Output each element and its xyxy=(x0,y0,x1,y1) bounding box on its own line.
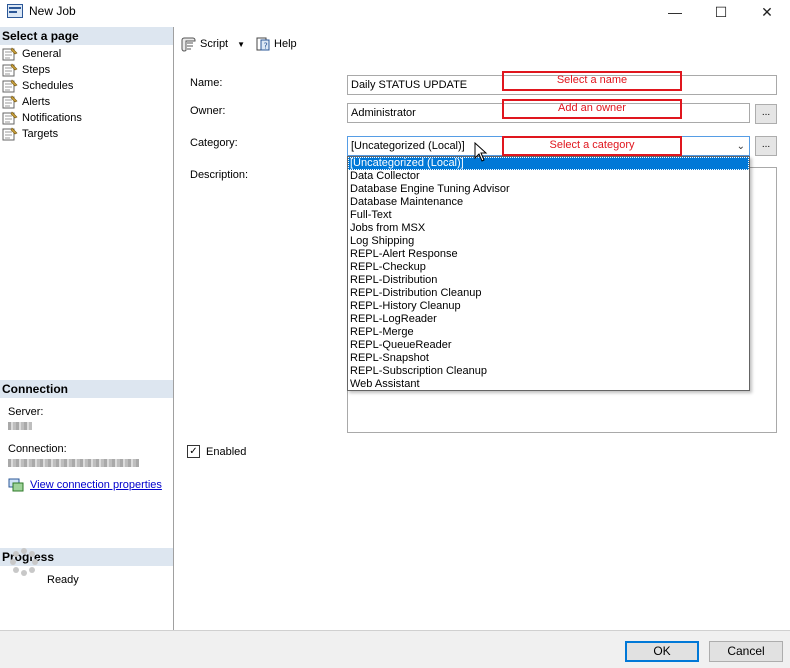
page-item-label: Steps xyxy=(22,64,51,76)
dropdown-option[interactable]: Log Shipping xyxy=(348,235,749,248)
category-selected-value: [Uncategorized (Local)] xyxy=(351,140,465,152)
window-title: New Job xyxy=(29,4,76,18)
chevron-down-icon[interactable]: ▼ xyxy=(237,40,245,49)
dropdown-option[interactable]: REPL-Distribution xyxy=(348,274,749,287)
connection-label: Connection: xyxy=(8,443,67,455)
script-icon xyxy=(181,37,196,52)
page-item-targets[interactable]: Targets xyxy=(2,126,82,142)
view-connection-properties-label: View connection properties xyxy=(30,479,162,491)
dropdown-option[interactable]: Data Collector xyxy=(348,170,749,183)
script-label: Script xyxy=(200,38,229,50)
dropdown-option[interactable]: [Uncategorized (Local)] xyxy=(348,157,749,170)
name-label: Name: xyxy=(190,77,223,89)
page-item-label: General xyxy=(22,48,62,60)
page-item-steps[interactable]: Steps xyxy=(2,62,82,78)
dropdown-option[interactable]: Database Engine Tuning Advisor xyxy=(348,183,749,196)
maximize-button[interactable]: ☐ xyxy=(698,0,744,24)
server-value-redacted xyxy=(8,422,32,430)
minimize-button[interactable]: — xyxy=(652,0,698,24)
page-item-schedules[interactable]: Schedules xyxy=(2,78,82,94)
view-connection-properties-link[interactable]: View connection properties xyxy=(8,478,162,492)
checkmark-icon: ✓ xyxy=(189,445,198,457)
wrench-page-icon xyxy=(2,127,18,141)
category-dropdown-list: [Uncategorized (Local)] Data Collector D… xyxy=(347,156,750,391)
annotation-select-category: Select a category xyxy=(502,136,682,156)
help-icon: ? xyxy=(256,37,270,51)
annotation-select-name: Select a name xyxy=(502,71,682,91)
wrench-page-icon xyxy=(2,47,18,61)
description-label: Description: xyxy=(190,169,249,181)
connection-properties-icon xyxy=(8,478,24,492)
dropdown-option[interactable]: Full-Text xyxy=(348,209,749,222)
progress-spinner-icon xyxy=(10,548,38,576)
close-button[interactable]: ✕ xyxy=(744,0,790,24)
dropdown-option[interactable]: REPL-Distribution Cleanup xyxy=(348,287,749,300)
mouse-cursor-icon xyxy=(474,142,488,162)
server-label: Server: xyxy=(8,406,44,418)
owner-browse-button[interactable]: ... xyxy=(755,104,777,124)
dropdown-option[interactable]: Jobs from MSX xyxy=(348,222,749,235)
dropdown-option[interactable]: Database Maintenance xyxy=(348,196,749,209)
connection-value-redacted xyxy=(8,459,139,467)
category-label: Category: xyxy=(190,137,238,149)
dropdown-option[interactable]: REPL-History Cleanup xyxy=(348,300,749,313)
page-item-label: Targets xyxy=(22,128,59,140)
page-item-general[interactable]: General xyxy=(2,46,82,62)
sql-agent-app-icon xyxy=(7,4,23,18)
dropdown-option[interactable]: REPL-Merge xyxy=(348,326,749,339)
help-button[interactable]: ? Help xyxy=(255,36,297,52)
dropdown-option[interactable]: REPL-Checkup xyxy=(348,261,749,274)
dialog-button-bar: OK Cancel xyxy=(0,630,790,668)
select-page-header: Select a page xyxy=(0,27,173,45)
dropdown-option[interactable]: REPL-Subscription Cleanup xyxy=(348,365,749,378)
progress-status: Ready xyxy=(47,574,79,586)
dropdown-option[interactable]: REPL-QueueReader xyxy=(348,339,749,352)
toolbar: Script ▼ ? Help xyxy=(181,34,297,54)
page-item-label: Schedules xyxy=(22,80,74,92)
page-list: General Steps Schedules Alerts Notificat… xyxy=(2,46,82,142)
wrench-page-icon xyxy=(2,111,18,125)
page-item-label: Alerts xyxy=(22,96,51,108)
category-browse-button[interactable]: ... xyxy=(755,136,777,156)
enabled-checkbox[interactable]: ✓ xyxy=(187,445,200,458)
dropdown-option[interactable]: REPL-Snapshot xyxy=(348,352,749,365)
help-label: Help xyxy=(274,38,297,50)
wrench-page-icon xyxy=(2,95,18,109)
title-bar: New Job — ☐ ✕ xyxy=(0,0,790,24)
wrench-page-icon xyxy=(2,79,18,93)
connection-header: Connection xyxy=(0,380,173,398)
dropdown-option[interactable]: REPL-Alert Response xyxy=(348,248,749,261)
owner-label: Owner: xyxy=(190,105,226,117)
enabled-label: Enabled xyxy=(206,445,247,458)
dropdown-option[interactable]: REPL-LogReader xyxy=(348,313,749,326)
script-button[interactable]: Script ▼ xyxy=(181,36,245,52)
page-item-label: Notifications xyxy=(22,112,82,124)
left-pane: Select a page General Steps Schedules Al… xyxy=(0,27,174,630)
enabled-checkbox-row[interactable]: ✓ Enabled xyxy=(187,445,246,458)
svg-text:?: ? xyxy=(264,42,268,51)
page-item-alerts[interactable]: Alerts xyxy=(2,94,82,110)
ok-button[interactable]: OK xyxy=(625,641,699,662)
wrench-page-icon xyxy=(2,63,18,77)
dropdown-option[interactable]: Web Assistant xyxy=(348,378,749,391)
cancel-button[interactable]: Cancel xyxy=(709,641,783,662)
chevron-down-icon[interactable]: ⌄ xyxy=(737,140,745,154)
page-item-notifications[interactable]: Notifications xyxy=(2,110,82,126)
annotation-add-owner: Add an owner xyxy=(502,99,682,119)
